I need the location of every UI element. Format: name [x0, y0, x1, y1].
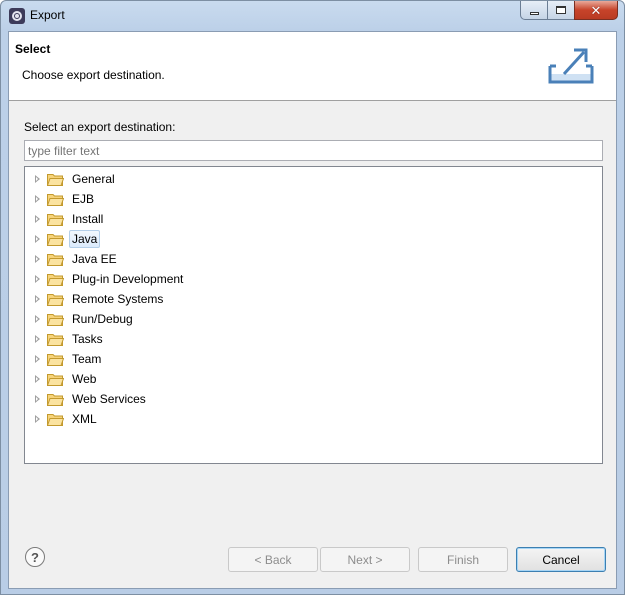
cancel-button[interactable]: Cancel	[516, 547, 606, 572]
folder-icon	[46, 353, 65, 366]
folder-icon	[46, 393, 65, 406]
tree-item-label: Run/Debug	[72, 312, 133, 326]
tree-item[interactable]: Remote Systems	[25, 289, 602, 309]
expand-arrow-icon[interactable]	[35, 235, 40, 243]
back-button[interactable]: < Back	[228, 547, 318, 572]
folder-icon	[46, 193, 65, 206]
export-dialog-window: Export ✕ Select Choose export destinatio…	[0, 0, 625, 595]
expand-arrow-icon[interactable]	[35, 175, 40, 183]
tree-item-label: Web	[72, 372, 97, 386]
tree-item-label: Remote Systems	[72, 292, 164, 306]
close-button[interactable]: ✕	[574, 1, 618, 20]
folder-icon	[46, 293, 65, 306]
expand-arrow-icon[interactable]	[35, 355, 40, 363]
expand-arrow-icon[interactable]	[35, 295, 40, 303]
expand-arrow-icon[interactable]	[35, 375, 40, 383]
caption-buttons: ✕	[520, 1, 618, 21]
minimize-button[interactable]	[520, 1, 547, 20]
maximize-button[interactable]	[547, 1, 574, 20]
tree-item-label: XML	[72, 412, 97, 426]
tree-item-label: Tasks	[72, 332, 103, 346]
folder-icon	[46, 233, 65, 246]
tree-item[interactable]: XML	[25, 409, 602, 429]
next-button[interactable]: Next >	[320, 547, 410, 572]
export-wizard-icon	[548, 48, 594, 84]
tree-item[interactable]: Team	[25, 349, 602, 369]
folder-icon	[46, 373, 65, 386]
expand-arrow-icon[interactable]	[35, 315, 40, 323]
folder-icon	[46, 273, 65, 286]
expand-arrow-icon[interactable]	[35, 415, 40, 423]
tree-item[interactable]: Install	[25, 209, 602, 229]
finish-button[interactable]: Finish	[418, 547, 508, 572]
tree-item-label: Java EE	[72, 252, 117, 266]
expand-arrow-icon[interactable]	[35, 275, 40, 283]
tree-item[interactable]: General	[25, 169, 602, 189]
folder-icon	[46, 333, 65, 346]
folder-icon	[46, 173, 65, 186]
filter-input[interactable]	[24, 140, 603, 161]
tree-item[interactable]: Web Services	[25, 389, 602, 409]
eclipse-icon	[9, 8, 25, 24]
expand-arrow-icon[interactable]	[35, 195, 40, 203]
tree-item[interactable]: Java	[25, 229, 602, 249]
title-bar[interactable]: Export ✕	[1, 1, 624, 31]
tree-item-label: Java	[69, 230, 101, 248]
destination-tree[interactable]: General EJB Install Java Java EE Plug-in Deve…	[24, 166, 603, 464]
tree-item-label: General	[72, 172, 115, 186]
folder-icon	[46, 413, 65, 426]
expand-arrow-icon[interactable]	[35, 335, 40, 343]
expand-arrow-icon[interactable]	[35, 255, 40, 263]
maximize-icon	[556, 6, 566, 14]
tree-item[interactable]: EJB	[25, 189, 602, 209]
expand-arrow-icon[interactable]	[35, 215, 40, 223]
window-title: Export	[30, 8, 65, 22]
folder-icon	[46, 313, 65, 326]
tree-item[interactable]: Java EE	[25, 249, 602, 269]
tree-item[interactable]: Run/Debug	[25, 309, 602, 329]
tree-item[interactable]: Plug-in Development	[25, 269, 602, 289]
tree-item-label: Web Services	[72, 392, 146, 406]
wizard-banner: Select Choose export destination.	[9, 32, 616, 101]
folder-icon	[46, 253, 65, 266]
dialog-client-area: Select Choose export destination. Select…	[8, 31, 617, 589]
export-destination-label: Select an export destination:	[24, 120, 176, 134]
tree-item[interactable]: Tasks	[25, 329, 602, 349]
page-description: Choose export destination.	[22, 68, 165, 82]
help-icon[interactable]: ?	[25, 547, 45, 567]
expand-arrow-icon[interactable]	[35, 395, 40, 403]
tree-item-label: Plug-in Development	[72, 272, 184, 286]
tree-item-label: EJB	[72, 192, 95, 206]
minimize-icon	[529, 11, 539, 15]
button-bar: ? < Back Next > Finish Cancel	[9, 524, 616, 590]
tree-item-label: Install	[72, 212, 104, 226]
folder-icon	[46, 213, 65, 226]
tree-item-label: Team	[72, 352, 102, 366]
page-title: Select	[15, 42, 51, 56]
tree-item[interactable]: Web	[25, 369, 602, 389]
close-icon: ✕	[590, 2, 602, 18]
